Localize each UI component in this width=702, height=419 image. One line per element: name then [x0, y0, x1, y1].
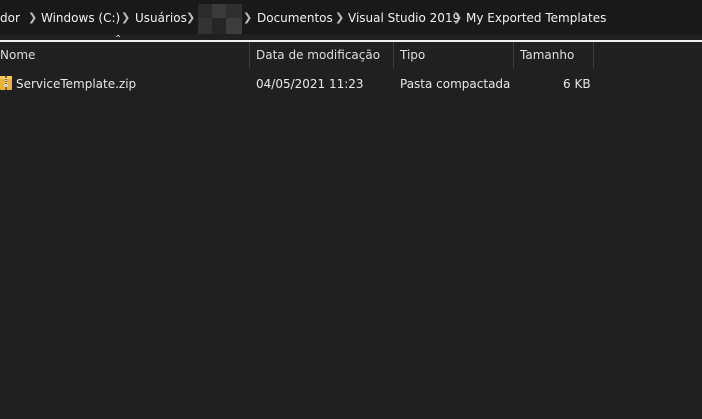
chevron-right-icon[interactable]: ❯ [28, 10, 37, 26]
chevron-right-icon[interactable]: ❯ [243, 10, 252, 26]
column-header-modified[interactable]: Data de modificação [256, 42, 380, 68]
chevron-right-icon[interactable]: ❯ [121, 10, 130, 26]
column-resize-handle[interactable] [513, 42, 514, 68]
breadcrumb-item-drive[interactable]: Windows (C:) [41, 10, 120, 26]
breadcrumb-item-exported-templates[interactable]: My Exported Templates [466, 10, 606, 26]
file-row[interactable]: ServiceTemplate.zip 04/05/2021 11:23 Pas… [0, 73, 702, 95]
file-size: 6 KB [563, 77, 591, 91]
column-header-type[interactable]: Tipo [400, 42, 425, 68]
file-name[interactable]: ServiceTemplate.zip [16, 76, 136, 92]
chevron-right-icon[interactable]: ❯ [186, 10, 195, 26]
breadcrumb-item-users[interactable]: Usuários [135, 10, 187, 26]
breadcrumb-item-visual-studio[interactable]: Visual Studio 2019 [348, 10, 460, 26]
redacted-username[interactable] [198, 4, 242, 34]
sort-ascending-icon: ⌃ [114, 34, 123, 45]
chevron-right-icon[interactable]: ❯ [453, 10, 462, 26]
file-modified: 04/05/2021 11:23 [256, 77, 364, 91]
column-resize-handle[interactable] [249, 42, 250, 68]
chevron-right-icon[interactable]: ❯ [335, 10, 344, 26]
breadcrumb-item-documents[interactable]: Documentos [257, 10, 333, 26]
column-resize-handle[interactable] [393, 42, 394, 68]
zip-folder-icon [0, 75, 12, 91]
address-bar[interactable]: dor ❯ Windows (C:) ❯ Usuários ❯ ❯ Docume… [0, 0, 702, 34]
column-resize-handle[interactable] [593, 42, 594, 68]
breadcrumb-item-computer[interactable]: dor [0, 10, 20, 26]
file-type: Pasta compactada [400, 77, 511, 91]
column-header-size[interactable]: Tamanho [520, 42, 574, 68]
column-header-name[interactable]: Nome [0, 42, 35, 68]
